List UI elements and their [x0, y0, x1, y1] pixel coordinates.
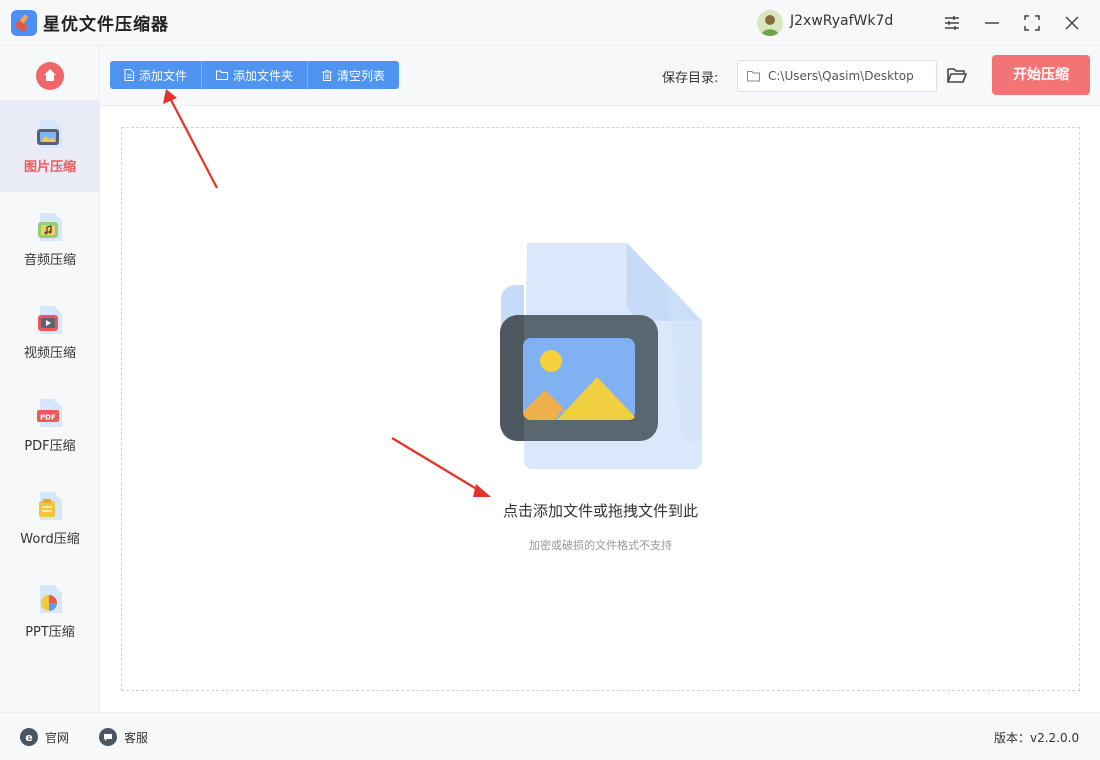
image-file-illustration — [497, 243, 707, 473]
sidebar-item-audio[interactable]: 音频压缩 — [0, 193, 100, 285]
save-path-field[interactable]: C:\Users\Qasim\Desktop — [737, 60, 937, 92]
toolbar: 添加文件 添加文件夹 清空列表 保存目录: C:\Users\Qasim\Des… — [100, 46, 1100, 106]
user-avatar[interactable] — [757, 10, 783, 36]
file-icon — [124, 69, 134, 81]
sidebar-item-ppt[interactable]: PPT压缩 — [0, 565, 100, 657]
support-label: 客服 — [124, 730, 149, 745]
clear-list-button[interactable]: 清空列表 — [308, 61, 400, 89]
sidebar-item-label: 视频压缩 — [23, 346, 76, 361]
sidebar-item-label: 图片压缩 — [23, 160, 76, 175]
add-file-button[interactable]: 添加文件 — [110, 61, 203, 89]
dropzone-title: 点击添加文件或拖拽文件到此 — [502, 502, 698, 520]
app-title: 星优文件压缩器 — [43, 15, 169, 35]
sidebar-item-label: Word压缩 — [20, 532, 80, 547]
home-icon[interactable] — [36, 62, 64, 90]
dropzone-subtitle: 加密或破损的文件格式不支持 — [529, 539, 672, 552]
save-path-value: C:\Users\Qasim\Desktop — [768, 69, 914, 83]
word-file-icon — [35, 490, 65, 522]
settings-icon[interactable] — [940, 11, 964, 35]
add-folder-button[interactable]: 添加文件夹 — [202, 61, 309, 89]
minimize-icon[interactable] — [980, 11, 1004, 35]
sidebar: 图片压缩 音频压缩 视频压缩 PDF PDF压缩 Word压缩 PPT压缩 — [0, 46, 100, 712]
folder-icon — [747, 71, 760, 82]
website-label: 官网 — [45, 730, 70, 745]
start-compress-button[interactable]: 开始压缩 — [992, 55, 1090, 95]
main-area: 点击添加文件或拖拽文件到此 加密或破损的文件格式不支持 — [100, 106, 1100, 712]
video-file-icon — [35, 304, 65, 336]
app-logo-icon — [11, 10, 37, 36]
chat-bubble-icon — [99, 728, 117, 746]
browse-folder-icon[interactable] — [946, 64, 968, 86]
sidebar-item-video[interactable]: 视频压缩 — [0, 286, 100, 378]
folder-icon — [216, 70, 229, 80]
ppt-file-icon — [35, 583, 65, 615]
pdf-file-icon: PDF — [35, 397, 65, 429]
support-link[interactable]: 客服 — [99, 727, 148, 747]
sidebar-item-word[interactable]: Word压缩 — [0, 472, 100, 564]
sidebar-item-image[interactable]: 图片压缩 — [0, 100, 100, 192]
file-button-group: 添加文件 添加文件夹 清空列表 — [110, 61, 400, 89]
svg-text:PDF: PDF — [40, 414, 56, 422]
file-dropzone[interactable]: 点击添加文件或拖拽文件到此 加密或破损的文件格式不支持 — [121, 127, 1080, 691]
username[interactable]: J2xwRyafWk7d — [790, 13, 893, 29]
version-text: 版本：v2.2.0.0 — [994, 731, 1080, 745]
add-file-label: 添加文件 — [139, 68, 188, 83]
add-folder-label: 添加文件夹 — [233, 68, 294, 83]
save-directory-label: 保存目录: — [662, 71, 719, 86]
maximize-icon[interactable] — [1020, 11, 1044, 35]
image-file-icon — [35, 118, 65, 150]
sidebar-item-pdf[interactable]: PDF PDF压缩 — [0, 379, 100, 471]
browser-e-icon: e — [20, 728, 38, 746]
sidebar-item-label: 音频压缩 — [23, 253, 76, 268]
trash-icon — [322, 69, 333, 81]
clear-list-label: 清空列表 — [337, 68, 386, 83]
sidebar-item-label: PPT压缩 — [25, 625, 75, 640]
footer: e 官网 客服 版本：v2.2.0.0 — [0, 712, 1100, 760]
audio-file-icon — [35, 211, 65, 243]
website-link[interactable]: e 官网 — [20, 727, 69, 747]
title-bar: 星优文件压缩器 J2xwRyafWk7d — [0, 0, 1100, 46]
close-icon[interactable] — [1060, 11, 1084, 35]
sidebar-item-label: PDF压缩 — [24, 439, 76, 454]
